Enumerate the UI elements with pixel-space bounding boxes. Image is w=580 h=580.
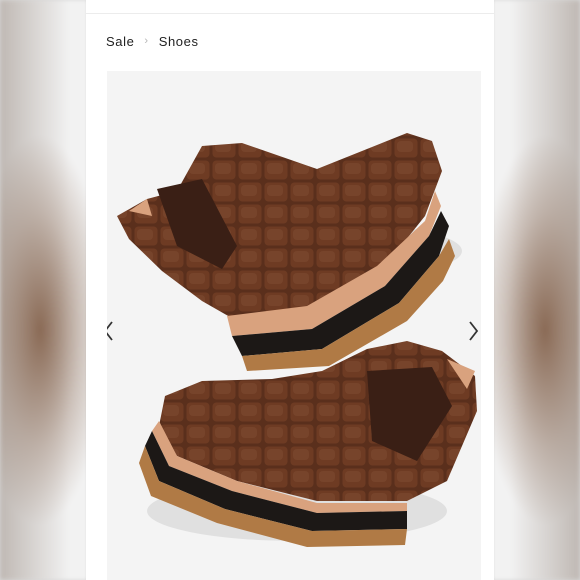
product-image-carousel[interactable]: [107, 71, 481, 580]
carousel-next-button[interactable]: [469, 321, 481, 345]
header-divider: [86, 13, 494, 14]
breadcrumb-item-sale[interactable]: Sale: [106, 34, 134, 49]
product-card: Sale › Shoes: [86, 0, 494, 580]
product-image: [117, 133, 477, 547]
breadcrumb-item-shoes[interactable]: Shoes: [159, 34, 199, 49]
breadcrumb-separator-icon: ›: [144, 35, 149, 47]
breadcrumb: Sale › Shoes: [106, 33, 199, 49]
carousel-prev-button[interactable]: [107, 321, 119, 345]
chevron-right-icon: [469, 321, 479, 341]
chevron-left-icon: [107, 321, 113, 341]
boot-top: [117, 133, 462, 371]
boot-bottom: [139, 341, 477, 547]
